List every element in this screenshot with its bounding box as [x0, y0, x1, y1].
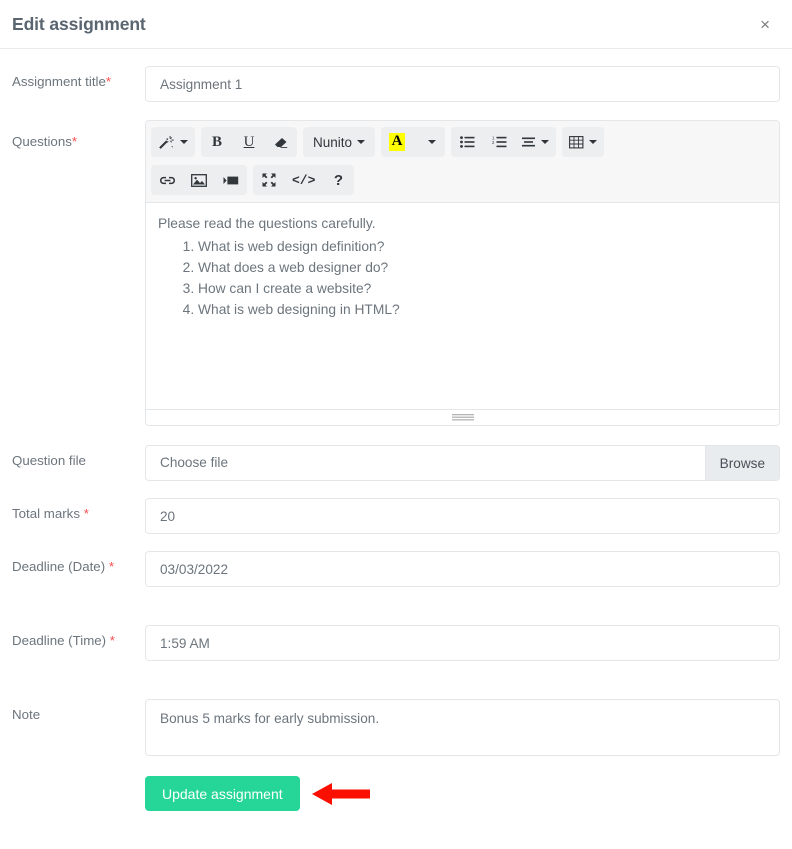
total-marks-input[interactable]: [145, 498, 780, 534]
table-group: [562, 127, 604, 157]
deadline-date-row: Deadline (Date) *: [12, 551, 780, 587]
page-title: Edit assignment: [12, 14, 754, 35]
font-name-dropdown[interactable]: Nunito: [303, 127, 375, 157]
text-color-dropdown[interactable]: [413, 127, 445, 157]
browse-button[interactable]: Browse: [705, 445, 780, 481]
list-item: How can I create a website?: [198, 278, 767, 299]
submit-spacer: [12, 791, 145, 797]
text-color-group: A: [381, 127, 445, 157]
deadline-time-input[interactable]: [145, 625, 780, 661]
underline-icon[interactable]: U: [233, 127, 265, 157]
assignment-title-field: [145, 66, 780, 102]
table-icon[interactable]: [562, 127, 604, 157]
rich-text-editor: B U Nunito: [145, 120, 780, 426]
question-file-row: Question file Choose file Browse: [12, 445, 780, 481]
paragraph-align-icon[interactable]: [515, 127, 556, 157]
deadline-date-label-text: Deadline (Date): [12, 559, 105, 574]
editor-content[interactable]: Please read the questions carefully. Wha…: [146, 203, 779, 409]
note-textarea[interactable]: Bonus 5 marks for early submission.: [145, 699, 780, 756]
note-label: Note: [12, 699, 145, 725]
list-item: What is web design definition?: [198, 236, 767, 257]
annotation-arrow-icon: [312, 781, 370, 807]
link-icon[interactable]: [151, 165, 183, 195]
questions-label-text: Questions: [12, 134, 72, 149]
video-icon[interactable]: [215, 165, 247, 195]
editor-intro-text: Please read the questions carefully.: [158, 213, 767, 234]
chevron-down-icon: [357, 140, 365, 144]
total-marks-row: Total marks *: [12, 498, 780, 534]
insert-group: [151, 165, 247, 195]
font-name-group: Nunito: [303, 127, 375, 157]
svg-text:2: 2: [492, 140, 495, 145]
editor-question-list: What is web design definition? What does…: [158, 236, 767, 320]
file-input-group: Choose file Browse: [145, 445, 780, 481]
total-marks-label-text: Total marks: [12, 506, 80, 521]
submit-field: Update assignment: [145, 776, 780, 811]
assignment-title-label-text: Assignment title: [12, 74, 106, 89]
deadline-time-field: [145, 625, 780, 661]
list-group: 1 2: [451, 127, 556, 157]
deadline-time-row: Deadline (Time) *: [12, 625, 780, 661]
editor-toolbar: B U Nunito: [146, 121, 779, 203]
eraser-icon[interactable]: [265, 127, 297, 157]
ordered-list-icon[interactable]: 1 2: [483, 127, 515, 157]
deadline-date-input[interactable]: [145, 551, 780, 587]
chevron-down-icon: [428, 140, 436, 144]
note-row: Note Bonus 5 marks for early submission.: [12, 699, 780, 761]
required-asterisk: *: [110, 633, 115, 648]
update-assignment-button[interactable]: Update assignment: [145, 776, 300, 811]
help-icon[interactable]: ?: [322, 165, 354, 195]
view-group: </> ?: [253, 165, 354, 195]
deadline-date-field: [145, 551, 780, 587]
code-view-icon[interactable]: </>: [285, 165, 322, 195]
resize-grip-icon: [452, 414, 474, 421]
question-file-label: Question file: [12, 445, 145, 471]
questions-label: Questions*: [12, 120, 145, 152]
modal-header: Edit assignment ×: [0, 0, 792, 49]
modal-body: Assignment title* Questions*: [0, 49, 792, 811]
fullscreen-icon[interactable]: [253, 165, 285, 195]
close-icon[interactable]: ×: [754, 12, 776, 37]
style-group: [151, 127, 195, 157]
note-field: Bonus 5 marks for early submission.: [145, 699, 780, 761]
unordered-list-icon[interactable]: [451, 127, 483, 157]
list-item: What is web designing in HTML?: [198, 299, 767, 320]
required-asterisk: *: [84, 506, 89, 521]
deadline-time-label-text: Deadline (Time): [12, 633, 106, 648]
bold-icon[interactable]: B: [201, 127, 233, 157]
assignment-title-label: Assignment title*: [12, 66, 145, 92]
deadline-date-label: Deadline (Date) *: [12, 551, 145, 577]
required-asterisk: *: [72, 134, 77, 149]
assignment-title-input[interactable]: [145, 66, 780, 102]
required-asterisk: *: [106, 74, 111, 89]
chevron-down-icon: [589, 140, 597, 144]
picture-icon[interactable]: [183, 165, 215, 195]
editor-resize-handle[interactable]: [146, 409, 779, 425]
edit-assignment-modal: Edit assignment × Assignment title* Ques…: [0, 0, 792, 849]
deadline-time-label: Deadline (Time) *: [12, 625, 145, 651]
font-name-label: Nunito: [313, 135, 352, 150]
text-color-icon[interactable]: A: [381, 127, 413, 157]
text-color-letter: A: [389, 133, 406, 151]
chevron-down-icon: [180, 140, 188, 144]
total-marks-label: Total marks *: [12, 498, 145, 524]
assignment-title-row: Assignment title*: [12, 66, 780, 102]
required-asterisk: *: [109, 559, 114, 574]
questions-row: Questions*: [12, 120, 780, 426]
magic-wand-style-icon[interactable]: [151, 127, 195, 157]
total-marks-field: [145, 498, 780, 534]
questions-field: B U Nunito: [145, 120, 780, 426]
font-style-group: B U: [201, 127, 297, 157]
list-item: What does a web designer do?: [198, 257, 767, 278]
file-name-display[interactable]: Choose file: [145, 445, 705, 481]
question-file-field: Choose file Browse: [145, 445, 780, 481]
chevron-down-icon: [541, 140, 549, 144]
submit-row: Update assignment: [12, 776, 780, 811]
